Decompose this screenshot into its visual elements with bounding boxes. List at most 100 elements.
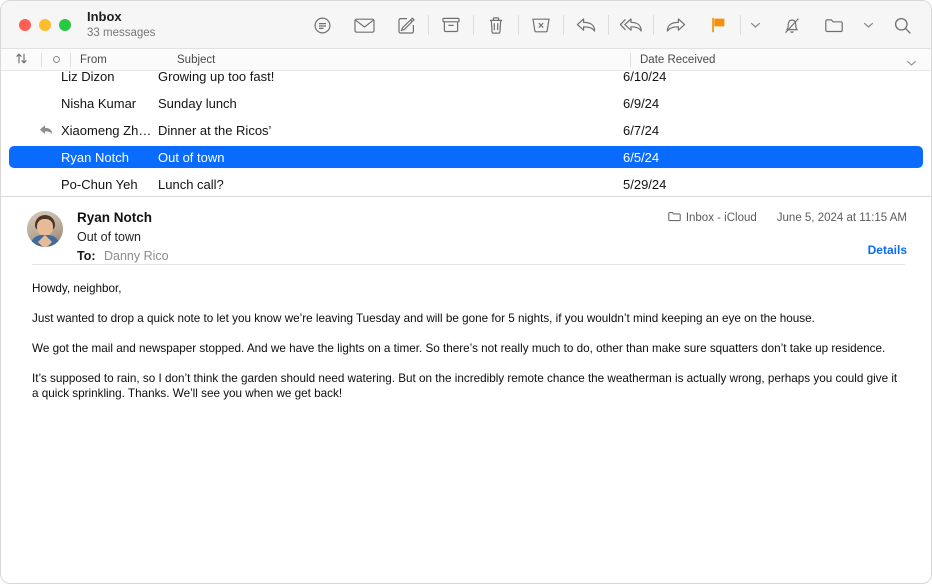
toolbar-separator: [428, 15, 429, 35]
column-header-from[interactable]: From: [71, 54, 168, 66]
row-from: Xiaomeng Zh…: [61, 122, 152, 138]
reply-button[interactable]: [565, 9, 607, 41]
reply-all-icon: [619, 16, 643, 34]
window-controls: [1, 18, 77, 31]
forward-button[interactable]: [655, 9, 697, 41]
row-subject: Out of town: [158, 149, 225, 165]
row-date: 6/9/24: [623, 95, 660, 111]
mute-button[interactable]: [771, 9, 813, 41]
row-subject: Sunday lunch: [158, 95, 237, 111]
recipient-label: To:: [77, 249, 96, 263]
message-header: Ryan Notch Out of town To: Danny Rico In…: [1, 197, 931, 265]
message-meta: Inbox - iCloud June 5, 2024 at 11:15 AM …: [668, 211, 907, 257]
column-header-date[interactable]: Date Received: [631, 54, 931, 66]
sender-name: Ryan Notch: [77, 210, 153, 225]
toolbar-separator: [518, 15, 519, 35]
trash-icon: [487, 16, 505, 35]
delete-button[interactable]: [475, 9, 517, 41]
message-count: 33 messages: [87, 26, 156, 39]
reply-icon: [575, 16, 597, 34]
flag-chevron-down-icon: [750, 21, 761, 29]
message-timestamp: June 5, 2024 at 11:15 AM: [776, 212, 907, 224]
archive-icon: [441, 16, 461, 34]
compose-button[interactable]: [385, 9, 427, 41]
move-chevron-down-icon: [863, 21, 874, 29]
recipient-line: To: Danny Rico: [77, 247, 169, 265]
minimize-button[interactable]: [39, 18, 51, 31]
table-row[interactable]: Ryan Notch Out of town 6/5/24: [9, 146, 923, 168]
row-from: Liz Dizon: [61, 71, 115, 84]
row-from: Ryan Notch: [61, 149, 129, 165]
forward-icon: [665, 16, 687, 34]
unread-column-button[interactable]: [42, 56, 70, 63]
mailbox-name: Inbox - iCloud: [685, 212, 757, 224]
message-list[interactable]: Liz Dizon Growing up too fast! 6/10/24 Nish…: [1, 71, 931, 197]
filter-icon: [313, 16, 332, 35]
toolbar: [301, 1, 923, 49]
close-button[interactable]: [19, 18, 31, 31]
body-paragraph: Just wanted to drop a quick note to let …: [32, 312, 815, 325]
sort-arrows-icon: [15, 52, 28, 68]
column-header-subject[interactable]: Subject: [168, 54, 630, 66]
search-button[interactable]: [881, 9, 923, 41]
table-row[interactable]: Po-Chun Yeh Lunch call? 5/29/24: [9, 173, 923, 195]
mark-unread-envelope-icon: [353, 17, 375, 34]
mark-unread-button[interactable]: [343, 9, 385, 41]
row-date: 6/10/24: [623, 71, 667, 84]
replied-arrow-icon: [9, 124, 61, 136]
toolbar-separator: [563, 15, 564, 35]
junk-button[interactable]: [520, 9, 562, 41]
search-icon: [893, 16, 912, 35]
table-row[interactable]: Xiaomeng Zh… Dinner at the Ricos’ 6/7/24: [9, 119, 923, 141]
page-title: Inbox: [87, 8, 122, 24]
flag-button[interactable]: [697, 9, 739, 41]
row-date: 5/29/24: [623, 176, 667, 192]
body-paragraph: Howdy, neighbor,: [32, 282, 122, 295]
meta-row: Inbox - iCloud June 5, 2024 at 11:15 AM: [668, 211, 907, 225]
sender-text: Ryan Notch Out of town To: Danny Rico: [63, 209, 169, 265]
toolbar-separator: [608, 15, 609, 35]
message-list-header: From Subject Date Received: [1, 49, 931, 71]
mailbox-indicator: Inbox - iCloud: [668, 211, 757, 225]
row-subject: Dinner at the Ricos’: [158, 122, 272, 138]
column-header-date-label: Date Received: [640, 53, 716, 66]
chevron-down-icon[interactable]: [906, 58, 917, 70]
reply-all-button[interactable]: [610, 9, 652, 41]
message-subject: Out of town: [77, 230, 141, 244]
move-options-button[interactable]: [855, 9, 881, 41]
avatar: [27, 211, 63, 247]
archive-button[interactable]: [430, 9, 472, 41]
message-list-rows: Liz Dizon Growing up too fast! 6/10/24 Nish…: [1, 71, 931, 196]
details-link[interactable]: Details: [668, 243, 907, 257]
row-from: Nisha Kumar: [61, 95, 137, 111]
title-bar: Inbox 33 messages: [1, 1, 931, 49]
row-from: Po-Chun Yeh: [61, 176, 138, 192]
row-subject: Growing up too fast!: [158, 71, 275, 84]
table-row[interactable]: Liz Dizon Growing up too fast! 6/10/24: [9, 71, 923, 87]
zoom-button[interactable]: [59, 18, 71, 31]
recipient-value[interactable]: Danny Rico: [104, 249, 169, 263]
header-rule: [32, 264, 905, 265]
body-paragraph: It’s supposed to rain, so I don’t think …: [32, 372, 898, 400]
compose-icon: [397, 16, 416, 35]
row-date: 6/7/24: [623, 122, 660, 138]
row-subject: Lunch call?: [158, 176, 224, 192]
body-paragraph: We got the mail and newspaper stopped. A…: [32, 342, 886, 355]
toolbar-separator: [653, 15, 654, 35]
junk-icon: [531, 16, 551, 34]
move-folder-button[interactable]: [813, 9, 855, 41]
folder-icon: [668, 211, 686, 225]
toolbar-separator: [740, 15, 741, 35]
unread-circle-icon: [52, 56, 60, 63]
table-row[interactable]: Nisha Kumar Sunday lunch 6/9/24: [9, 92, 923, 114]
toolbar-separator: [473, 15, 474, 35]
sort-column-button[interactable]: [1, 52, 41, 68]
mute-bell-icon: [782, 16, 802, 35]
window-title-block: Inbox 33 messages: [77, 9, 227, 41]
filter-button[interactable]: [301, 9, 343, 41]
flag-options-button[interactable]: [742, 9, 768, 41]
row-date: 6/5/24: [623, 149, 660, 165]
message-body: Howdy, neighbor, Just wanted to drop a qu…: [1, 265, 931, 401]
move-folder-icon: [824, 17, 844, 34]
mail-window: Inbox 33 messages From Subject Date Rece…: [0, 0, 932, 584]
